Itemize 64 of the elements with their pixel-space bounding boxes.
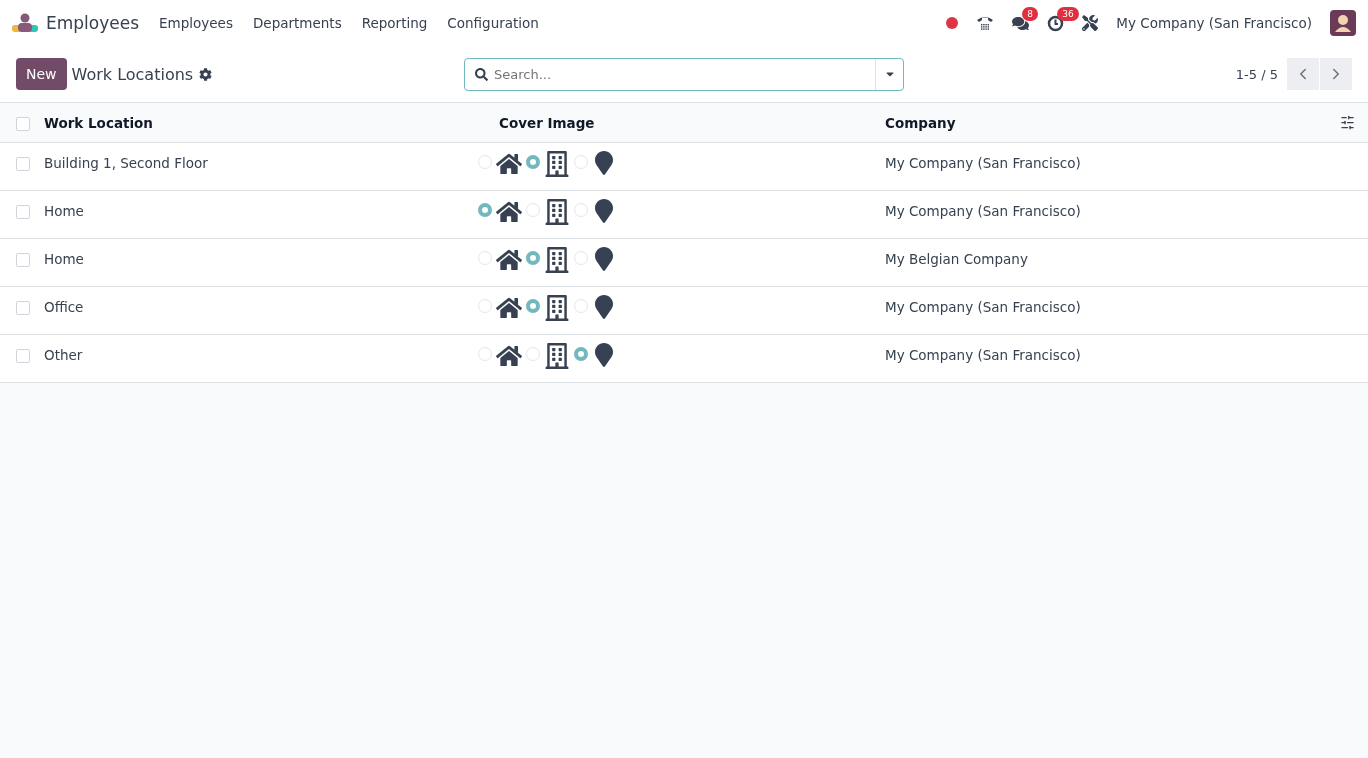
- row-checkbox[interactable]: [16, 349, 30, 363]
- building-icon: [544, 199, 570, 225]
- map-pin-icon: [592, 343, 616, 367]
- column-header[interactable]: Company: [885, 114, 1340, 131]
- phone-icon[interactable]: [976, 15, 995, 31]
- column-header[interactable]: Cover Image: [499, 114, 885, 131]
- map-pin-icon: [592, 295, 616, 319]
- table-cell: Home: [44, 251, 84, 267]
- menu-item[interactable]: Departments: [242, 15, 352, 31]
- radio-button[interactable]: [574, 347, 588, 361]
- map-pin-icon: [592, 151, 616, 175]
- row-checkbox[interactable]: [16, 253, 30, 267]
- house-icon: [496, 199, 522, 225]
- page-title[interactable]: Work Locations: [71, 64, 194, 84]
- table-cell: Other: [44, 347, 83, 363]
- user-avatar[interactable]: [1330, 10, 1356, 36]
- message-count-badge: 8: [1022, 6, 1038, 21]
- row-checkbox[interactable]: [16, 301, 30, 315]
- map-pin-icon: [592, 247, 616, 271]
- house-icon: [496, 151, 522, 177]
- radio-button[interactable]: [526, 251, 540, 265]
- house-icon: [496, 343, 522, 369]
- menu-item[interactable]: Employees: [149, 15, 243, 31]
- row-checkbox[interactable]: [16, 157, 30, 171]
- column-settings-icon[interactable]: [1340, 115, 1355, 130]
- table-cell: My Company (San Francisco): [885, 203, 1081, 219]
- table-cell: Building 1, Second Floor: [44, 155, 208, 171]
- table-cell: My Company (San Francisco): [885, 155, 1081, 171]
- tools-icon[interactable]: [1082, 15, 1099, 31]
- table-cell: Home: [44, 203, 84, 219]
- app-name[interactable]: Employees: [46, 13, 140, 33]
- table-cell: My Company (San Francisco): [885, 299, 1081, 315]
- select-all-checkbox[interactable]: [16, 116, 30, 131]
- search-input[interactable]: Search...: [488, 66, 875, 82]
- house-icon: [496, 247, 522, 273]
- table-cell: Office: [44, 299, 84, 315]
- settings-icon[interactable]: [199, 67, 213, 81]
- table-cell: My Company (San Francisco): [885, 347, 1081, 363]
- activity-count-badge: 36: [1057, 6, 1079, 21]
- menu-item[interactable]: Configuration: [437, 15, 549, 31]
- building-icon: [544, 343, 570, 369]
- radio-button[interactable]: [478, 203, 492, 217]
- building-icon: [544, 151, 570, 177]
- pager-value[interactable]: 1-5 / 5: [1235, 66, 1278, 82]
- search-field[interactable]: Search...: [464, 57, 904, 91]
- previous-page-button[interactable]: [1287, 58, 1319, 90]
- radio-button[interactable]: [526, 155, 540, 169]
- next-page-button[interactable]: [1320, 58, 1352, 90]
- table-cell: My Belgian Company: [885, 251, 1028, 267]
- clock-icon[interactable]: [1047, 14, 1065, 32]
- menu-item[interactable]: Reporting: [351, 15, 438, 31]
- status-dot[interactable]: [946, 17, 959, 29]
- map-pin-icon: [592, 199, 616, 223]
- building-icon: [544, 295, 570, 321]
- column-header[interactable]: Work Location: [44, 114, 499, 131]
- search-icon: [475, 67, 488, 81]
- new-button[interactable]: New: [16, 58, 67, 90]
- house-icon: [496, 295, 522, 321]
- radio-button[interactable]: [526, 299, 540, 313]
- row-checkbox[interactable]: [16, 205, 30, 219]
- app-logo-icon: [12, 13, 38, 33]
- company-switcher[interactable]: My Company (San Francisco): [1116, 15, 1312, 31]
- building-icon: [544, 247, 570, 273]
- chat-icon[interactable]: [1012, 14, 1030, 32]
